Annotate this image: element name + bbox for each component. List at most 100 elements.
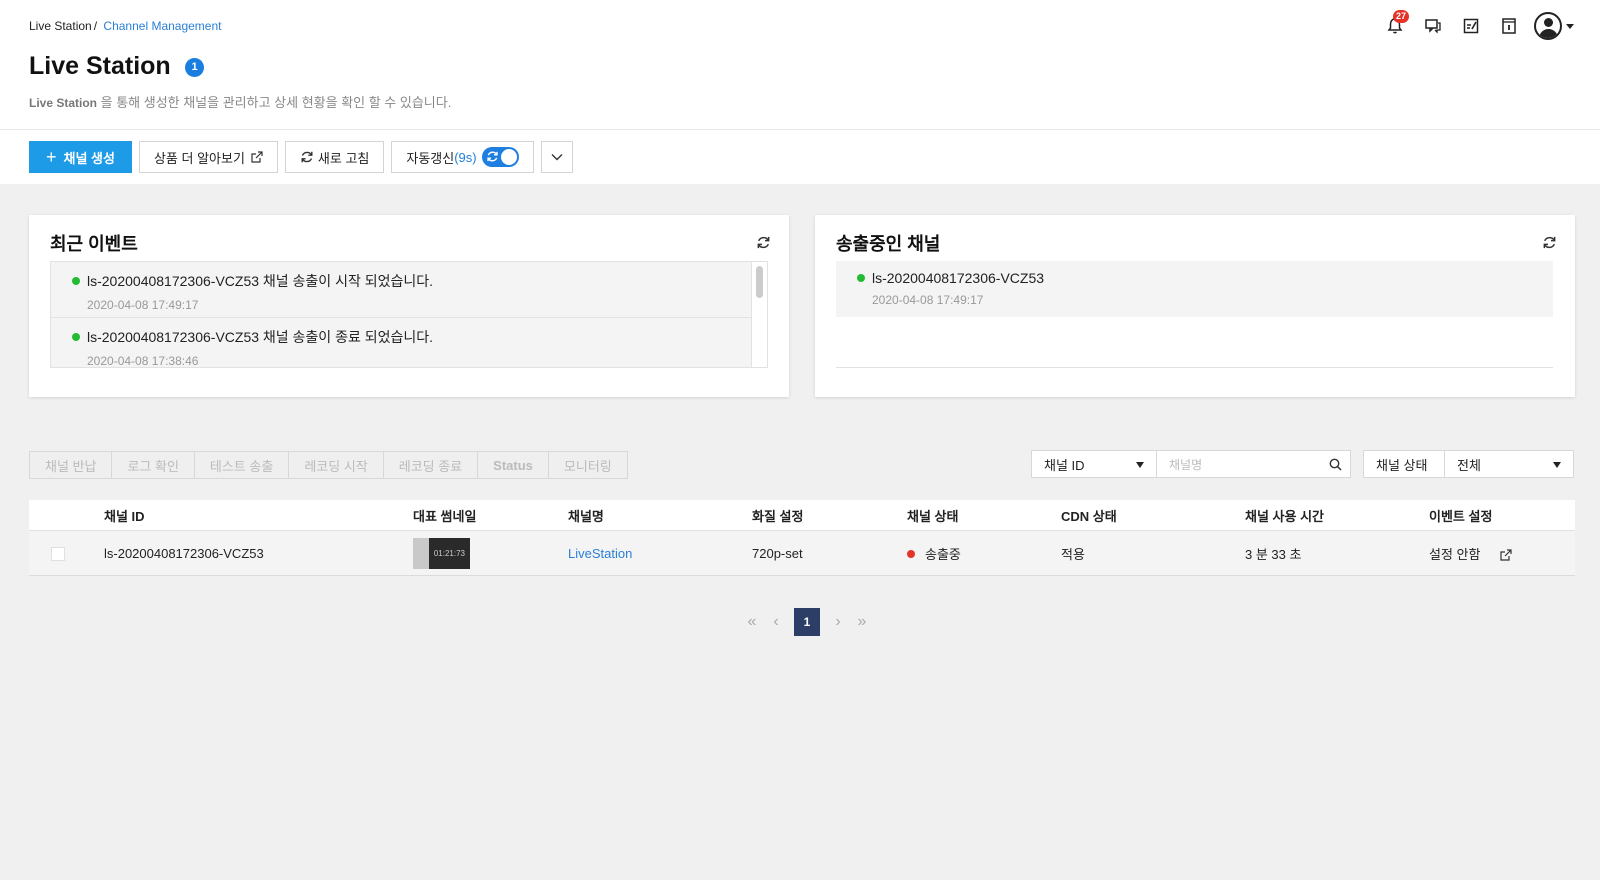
event-text: ls-20200408172306-VCZ53 채널 송출이 시작 되었습니다.: [87, 273, 434, 289]
thumbnail-timestamp: 01:21:73: [433, 549, 465, 558]
recent-events-title: 최근 이벤트: [50, 234, 138, 254]
status-dot: [72, 333, 80, 342]
caret-down-icon: [1136, 462, 1144, 468]
header-quality: 화질 설정: [752, 508, 804, 524]
top-icons: 27: [1368, 10, 1574, 40]
chevron-down-icon: [551, 154, 563, 161]
caret-down-icon: [1553, 462, 1561, 468]
cell-usage-time: 3 분 33 초: [1245, 546, 1302, 562]
create-channel-label: 채널 생성: [63, 150, 115, 166]
status-dot: [72, 277, 80, 286]
status-filter-value: 전체: [1457, 457, 1481, 473]
return-channel-button[interactable]: 채널 반납: [29, 451, 112, 479]
cell-quality: 720p-set: [752, 545, 803, 561]
breadcrumb-separator: /: [93, 19, 98, 33]
status-filter-select[interactable]: 전체: [1444, 450, 1574, 478]
bell-icon[interactable]: 27: [1384, 10, 1410, 37]
channel-action-bar: 채널 반납 로그 확인 테스트 송출 레코딩 시작 레코딩 종료 Status …: [29, 451, 628, 479]
learn-more-label: 상품 더 알아보기: [153, 150, 245, 166]
search-placeholder: 채널명: [1169, 457, 1203, 472]
event-list: ls-20200408172306-VCZ53 채널 송출이 시작 되었습니다.…: [50, 261, 768, 368]
view-log-button[interactable]: 로그 확인: [111, 451, 194, 479]
next-page-icon[interactable]: ›: [826, 608, 850, 636]
live-channel-list: ls-20200408172306-VCZ53 2020-04-08 17:49…: [836, 261, 1553, 317]
chat-icon[interactable]: [1422, 15, 1444, 37]
event-time: 2020-04-08 17:38:46: [87, 354, 199, 368]
table-header: 채널 ID 대표 썸네일 채널명 화질 설정 채널 상태 CDN 상태 채널 사…: [29, 500, 1575, 531]
row-checkbox[interactable]: [51, 547, 65, 561]
header-usage-time: 채널 사용 시간: [1245, 508, 1324, 524]
breadcrumb-root[interactable]: Live Station: [29, 19, 92, 33]
toggle-knob: [500, 149, 517, 165]
header-channel-id: 채널 ID: [104, 508, 145, 524]
divider: [836, 367, 1553, 368]
auto-refresh-control: 자동갱신 (9s): [391, 141, 534, 173]
search-field-value: 채널 ID: [1044, 457, 1085, 473]
avatar[interactable]: [1534, 12, 1562, 40]
event-time: 2020-04-08 17:49:17: [87, 298, 199, 312]
status-button[interactable]: Status: [477, 451, 548, 479]
stop-recording-button[interactable]: 레코딩 종료: [382, 451, 478, 479]
breadcrumb-current[interactable]: Channel Management: [103, 19, 221, 33]
cell-status-text: 송출중: [925, 546, 961, 562]
external-link-icon[interactable]: [1500, 549, 1512, 561]
sync-icon: [486, 151, 498, 162]
learn-more-button[interactable]: 상품 더 알아보기: [138, 141, 278, 173]
status-filter-label: 채널 상태: [1363, 450, 1444, 478]
header-cdn-status: CDN 상태: [1061, 508, 1117, 524]
subtitle-product: Live Station: [29, 96, 98, 110]
info-book-icon[interactable]: [1498, 15, 1520, 37]
live-channels-title: 송출중인 채널: [836, 234, 941, 254]
header-channel-name: 채널명: [568, 508, 604, 524]
search-field-select[interactable]: 채널 ID: [1031, 450, 1157, 478]
start-recording-button[interactable]: 레코딩 시작: [288, 451, 383, 479]
plus-icon: +: [46, 147, 57, 167]
refresh-icon[interactable]: [756, 235, 771, 250]
filter-bar: 채널 ID 채널명 채널 상태 전체: [1031, 450, 1574, 478]
thumbnail-image[interactable]: 01:21:73: [413, 538, 470, 569]
table-row[interactable]: ls-20200408172306-VCZ53 01:21:73 LiveSta…: [29, 531, 1575, 576]
search-input[interactable]: 채널명: [1157, 450, 1351, 478]
first-page-icon[interactable]: «: [740, 608, 764, 636]
scrollbar[interactable]: [751, 262, 767, 367]
refresh-button[interactable]: 새로 고침: [284, 141, 385, 173]
cell-channel-name[interactable]: LiveStation: [568, 546, 632, 561]
external-link-icon: [251, 151, 263, 163]
create-channel-button[interactable]: + 채널 생성: [29, 141, 132, 173]
expand-button[interactable]: [540, 141, 573, 173]
memo-icon[interactable]: [1460, 15, 1482, 37]
refresh-icon: [301, 151, 313, 163]
auto-refresh-label: 자동갱신: [406, 150, 455, 166]
recent-events-panel: 최근 이벤트 ls-20200408172306-VCZ53 채널 송출이 시작…: [29, 215, 789, 397]
breadcrumb: Live Station / Channel Management: [29, 19, 221, 33]
subtitle-text: 을 통해 생성한 채널을 관리하고 상세 현황을 확인 할 수 있습니다.: [97, 95, 452, 110]
status-filter-label-text: 채널 상태: [1376, 457, 1428, 473]
cell-event-setting: 설정 안함: [1429, 544, 1512, 563]
search-icon[interactable]: [1329, 458, 1342, 471]
header-channel-status: 채널 상태: [907, 508, 959, 524]
scrollbar-thumb[interactable]: [756, 266, 763, 298]
list-item: ls-20200408172306-VCZ53 채널 송출이 시작 되었습니다.…: [51, 262, 767, 318]
live-channels-panel: 송출중인 채널 ls-20200408172306-VCZ53 2020-04-…: [815, 215, 1575, 397]
event-text: ls-20200408172306-VCZ53 채널 송출이 종료 되었습니다.: [87, 329, 434, 345]
page-header: Live Station / Channel Management Live St…: [0, 0, 1600, 184]
page-subtitle: Live Station 을 통해 생성한 채널을 관리하고 상세 현황을 확인…: [29, 92, 451, 111]
toolbar: + 채널 생성 상품 더 알아보기 새로 고침 자동갱신 (9s): [29, 141, 580, 173]
refresh-icon[interactable]: [1542, 235, 1557, 250]
page-current[interactable]: 1: [794, 608, 820, 636]
notification-count: 27: [1393, 10, 1410, 23]
test-stream-button[interactable]: 테스트 송출: [193, 451, 289, 479]
live-channel-time: 2020-04-08 17:49:17: [872, 293, 984, 307]
auto-refresh-toggle[interactable]: [481, 147, 519, 167]
header-event-setting: 이벤트 설정: [1429, 508, 1493, 524]
header-thumbnail: 대표 썸네일: [413, 508, 477, 524]
monitoring-button[interactable]: 모니터링: [547, 451, 628, 479]
pagination: « ‹ 1 › »: [740, 608, 874, 636]
chevron-down-icon[interactable]: [1566, 23, 1574, 29]
prev-page-icon[interactable]: ‹: [764, 608, 788, 636]
user-menu[interactable]: [1534, 12, 1574, 40]
title-badge: 1: [185, 58, 204, 77]
page-title: Live Station: [29, 52, 171, 80]
channel-table: 채널 ID 대표 썸네일 채널명 화질 설정 채널 상태 CDN 상태 채널 사…: [29, 500, 1575, 576]
last-page-icon[interactable]: »: [850, 608, 874, 636]
